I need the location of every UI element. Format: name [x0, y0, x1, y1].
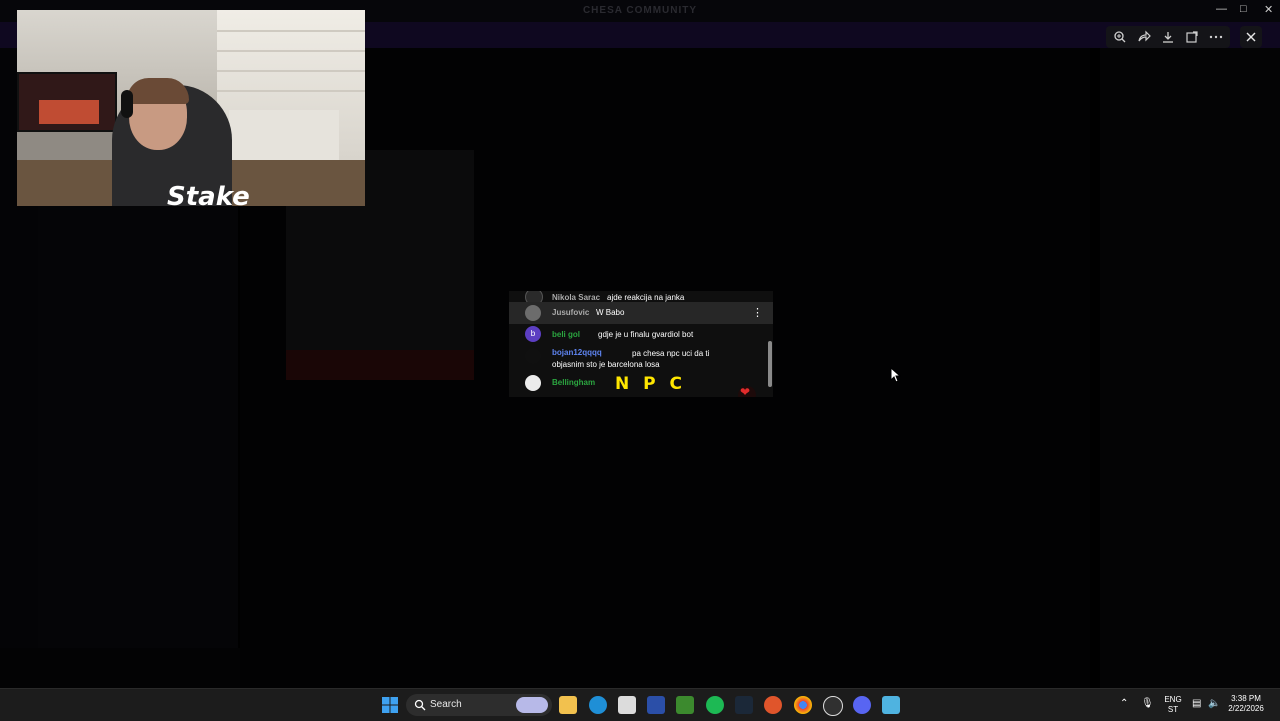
npc-emote: N P C [615, 374, 686, 394]
member-list [1100, 48, 1280, 688]
lang-bottom: ST [1167, 705, 1179, 714]
chat-message: bojan12qqqq pa chesa npc uci da ti objas… [509, 346, 773, 370]
open-external-icon[interactable] [1184, 29, 1200, 45]
app-icon[interactable] [647, 696, 665, 714]
steam-icon[interactable] [735, 696, 753, 714]
brave-icon[interactable] [764, 696, 782, 714]
network-icon[interactable]: ▤ [1192, 699, 1201, 709]
taskbar-search[interactable]: Search [406, 694, 552, 716]
microphone-icon[interactable]: 🎙 [1141, 699, 1154, 709]
chat-scrollbar[interactable] [768, 341, 772, 387]
heart-icon[interactable]: ❤ [738, 385, 756, 397]
taskbar: Search ⌃ 🎙 ENG ST ▤ 🔈 3:38 PM 2/22/2026 [0, 688, 1280, 721]
chat-text: W Babo [596, 308, 625, 317]
search-icon [414, 699, 426, 711]
download-icon[interactable] [1160, 29, 1176, 45]
chrome-icon[interactable] [794, 696, 812, 714]
volume-icon[interactable]: 🔈 [1208, 699, 1220, 709]
more-icon[interactable] [1208, 29, 1224, 45]
avatar [525, 375, 541, 391]
close-icon[interactable] [1240, 26, 1262, 48]
avatar: b [525, 326, 541, 342]
stake-logo: Stake [167, 182, 250, 206]
minecraft-icon[interactable] [676, 696, 694, 714]
avatar [525, 305, 541, 321]
language-indicator[interactable]: ENG ST [1162, 695, 1184, 715]
edge-icon[interactable] [589, 696, 607, 714]
user-panel [0, 648, 240, 688]
window-close-icon[interactable]: ✕ [1264, 3, 1273, 16]
chat-author: beli gol [552, 330, 580, 339]
discord-icon[interactable] [853, 696, 871, 714]
obs-icon[interactable] [823, 696, 843, 716]
lang-top: ENG [1164, 695, 1182, 704]
mouse-cursor-icon [890, 367, 902, 383]
zoom-in-icon[interactable] [1112, 29, 1128, 45]
forward-icon[interactable] [1136, 29, 1152, 45]
file-explorer-icon[interactable] [559, 696, 577, 714]
maximize-icon[interactable]: □ [1240, 3, 1247, 15]
notepad-icon[interactable] [882, 696, 900, 714]
avatar [525, 348, 541, 364]
chat-message: b beli gol gdje je u finalu gvardiol bot [509, 324, 773, 346]
clock-date: 2/22/2026 [1228, 704, 1264, 713]
chat-text: gdje je u finalu gvardiol bot [598, 330, 694, 339]
tray-chevron-icon[interactable]: ⌃ [1120, 699, 1128, 709]
clock[interactable]: 3:38 PM 2/22/2026 [1222, 694, 1270, 714]
spotify-icon[interactable] [706, 696, 724, 714]
chat-text: pa chesa npc uci da ti objasnim sto je b… [552, 349, 710, 369]
minimize-icon[interactable]: — [1216, 3, 1227, 15]
windows-start-icon[interactable] [381, 696, 399, 714]
chat-author: Jusufovic [552, 308, 590, 317]
vertical-dots-icon[interactable]: ⋮ [752, 306, 763, 319]
image-viewer-toolbar [1106, 26, 1230, 48]
store-icon[interactable] [618, 696, 636, 714]
chat-author: Nikola Sarac [552, 293, 601, 302]
chat-text: ajde reakcija na janka [607, 293, 685, 302]
clock-time: 3:38 PM [1231, 694, 1261, 703]
search-highlight-icon [516, 697, 548, 713]
live-chat-popup: Nikola Sarac ajde reakcija na janka Jusu… [509, 291, 773, 397]
chat-author: Bellingham [552, 378, 596, 387]
webcam-overlay: Stake [17, 10, 365, 206]
search-label: Search [430, 699, 462, 710]
chat-message[interactable]: Jusufovic W Babo ⋮ [509, 302, 773, 324]
